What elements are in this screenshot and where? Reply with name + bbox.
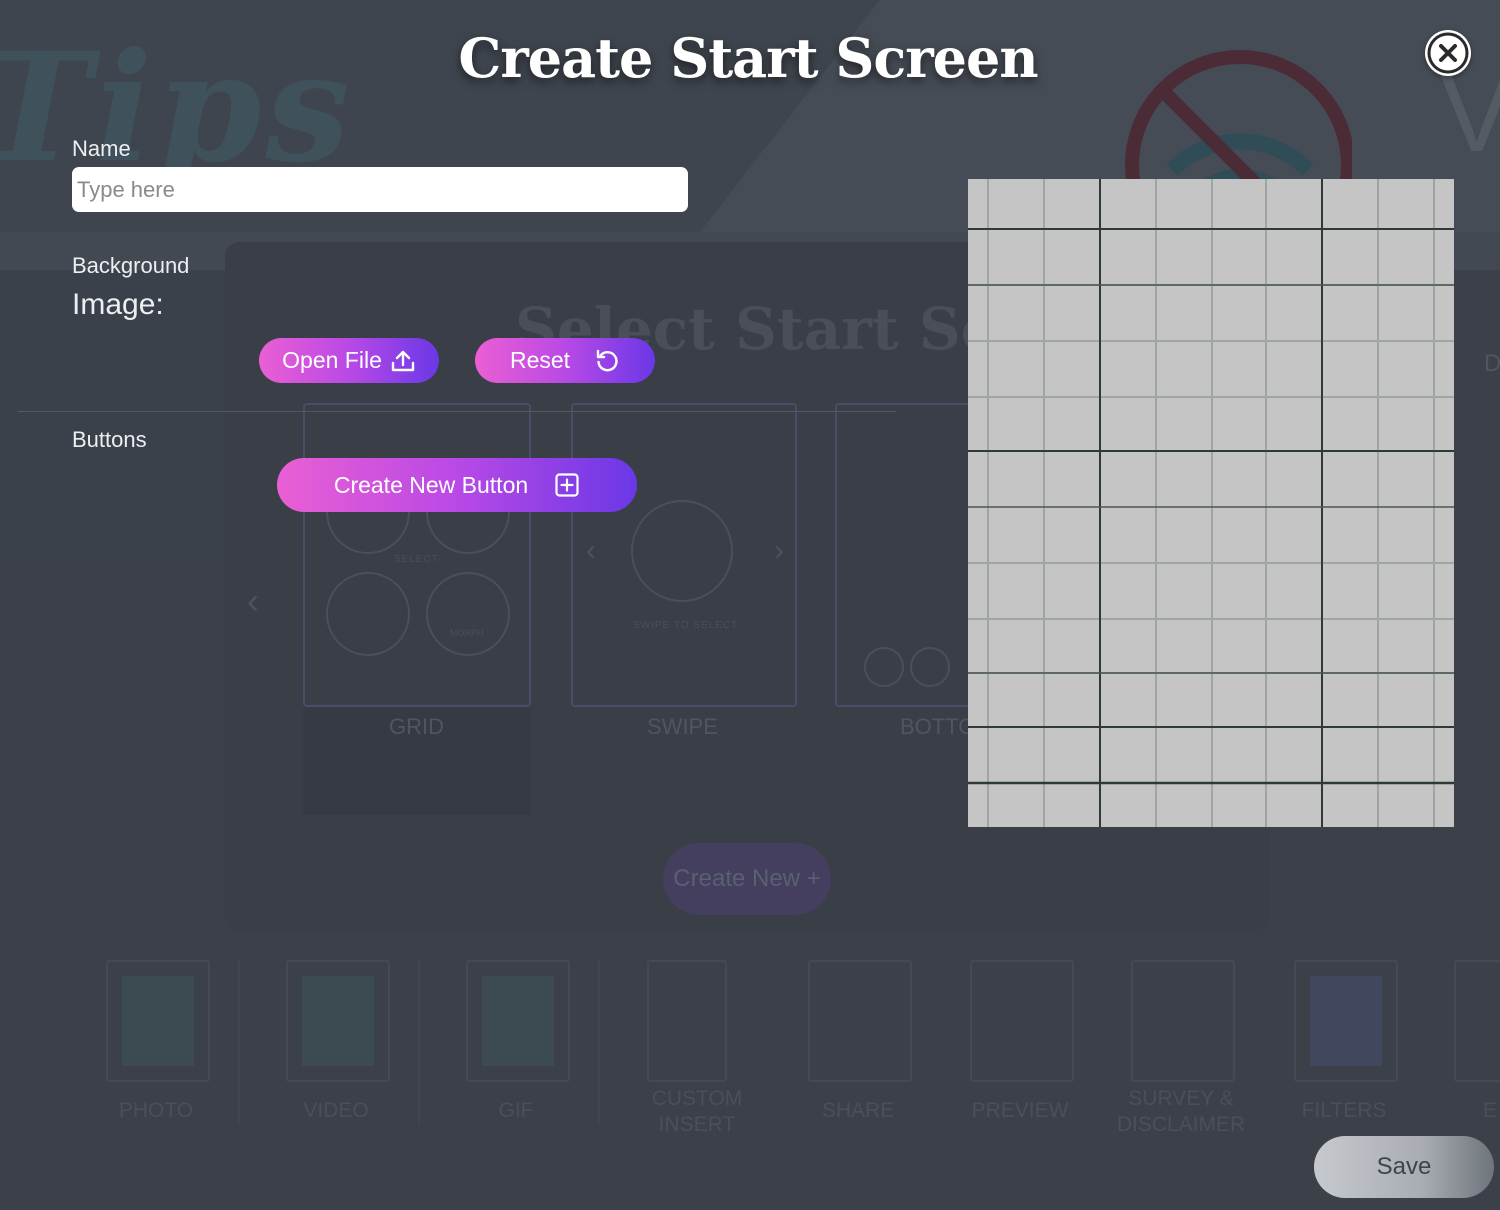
buttons-label: Buttons — [72, 427, 147, 452]
reset-label: Reset — [509, 347, 571, 373]
background-bottom-circle — [910, 647, 950, 687]
background-swipe-text: SWIPE TO SELECT — [633, 620, 739, 631]
background-create-new-button: Create New + — [663, 843, 831, 915]
background-prev-arrow-icon: ‹ — [247, 580, 259, 621]
background-grid-morph-text: MORPH — [450, 628, 484, 638]
background-grid-select-text: SELECT — [394, 554, 439, 565]
open-file-label: Open File — [282, 347, 382, 373]
background-tool-label: CUSTOM INSERT — [651, 1087, 743, 1136]
background-label: Background — [72, 253, 190, 278]
background-layout-card-bottom — [835, 403, 979, 707]
background-tool-label: E — [1482, 1099, 1497, 1122]
create-new-button-label: Create New Button — [333, 471, 529, 498]
background-grid-circle — [426, 572, 510, 656]
background-tool-label: SHARE — [821, 1099, 895, 1122]
close-button[interactable] — [1425, 30, 1471, 76]
background-image-preview — [968, 179, 1454, 827]
modal-title: Create Start Screen — [458, 26, 1038, 90]
background-tool-label: SURVEY & DISCLAIMER — [1116, 1087, 1246, 1136]
reset-icon — [596, 349, 618, 371]
name-input[interactable] — [72, 167, 688, 212]
background-tool-label: FILTERS — [1301, 1099, 1387, 1122]
background-layout-label: SWIPE — [647, 714, 718, 739]
close-icon — [1427, 32, 1469, 74]
background-tool-divider — [418, 960, 420, 1125]
background-tool-tile — [106, 960, 210, 1082]
background-tool-tile — [286, 960, 390, 1082]
open-file-button[interactable]: Open File — [259, 338, 439, 383]
background-layout-label: GRID — [389, 714, 444, 739]
section-divider — [18, 411, 896, 412]
create-new-button[interactable]: Create New Button — [277, 458, 637, 512]
background-right-partial: D — [1484, 350, 1500, 377]
background-tool-label: PHOTO — [118, 1099, 194, 1122]
background-tool-tile — [1131, 960, 1235, 1082]
background-tool-tile — [466, 960, 570, 1082]
upload-icon — [391, 350, 415, 371]
background-swipe-left-arrow-icon: ‹ — [586, 534, 596, 567]
background-bottom-circle — [864, 647, 904, 687]
background-swipe-right-arrow-icon: › — [774, 534, 784, 567]
background-tool-tile — [647, 960, 727, 1082]
save-button[interactable]: Save — [1314, 1136, 1494, 1198]
background-tool-divider — [598, 960, 600, 1125]
background-tool-label: VIDEO — [303, 1099, 369, 1122]
background-grid-circle — [326, 572, 410, 656]
background-tool-label: GIF — [498, 1099, 534, 1122]
background-tool-tile — [970, 960, 1074, 1082]
name-label: Name — [72, 136, 131, 161]
image-label: Image: — [72, 288, 164, 321]
background-tool-tile — [1454, 960, 1500, 1082]
background-camera-circle — [631, 500, 733, 602]
reset-button[interactable]: Reset — [475, 338, 655, 383]
plus-square-icon — [555, 473, 579, 497]
background-layout-label: BOTTO — [900, 714, 976, 739]
background-tool-divider — [238, 960, 240, 1125]
background-tool-tile — [808, 960, 912, 1082]
background-tool-tile — [1294, 960, 1398, 1082]
background-tool-label: PREVIEW — [971, 1099, 1069, 1122]
